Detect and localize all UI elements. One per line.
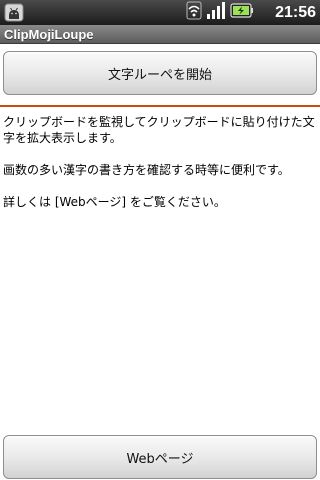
status-clock: 21:56 <box>275 4 316 21</box>
status-icons <box>186 1 254 24</box>
signal-icon <box>206 1 226 24</box>
description-paragraph: 画数の多い漢字の書き方を確認する時等に便利です。 <box>3 163 290 177</box>
web-page-button[interactable]: Webページ <box>3 435 317 479</box>
app-title: ClipMojiLoupe <box>4 27 94 42</box>
description-text: クリップボードを監視してクリップボードに貼り付けた文字を拡大表示します。 画数の… <box>3 114 317 226</box>
wifi-icon <box>186 1 202 24</box>
description-paragraph: 詳しくは [Webページ] をご覧ください。 <box>3 195 226 209</box>
status-bar: 21:56 <box>0 0 320 25</box>
android-debug-icon <box>4 3 24 22</box>
start-loupe-button-label: 文字ルーペを開始 <box>107 67 212 83</box>
start-loupe-button[interactable]: 文字ルーペを開始 <box>3 51 317 95</box>
battery-charging-icon <box>230 1 254 24</box>
web-page-button-label: Webページ <box>126 451 194 467</box>
description-paragraph: クリップボードを監視してクリップボードに貼り付けた文字を拡大表示します。 <box>3 115 315 145</box>
app-title-bar: ClipMojiLoupe <box>0 25 320 44</box>
divider <box>0 105 320 107</box>
